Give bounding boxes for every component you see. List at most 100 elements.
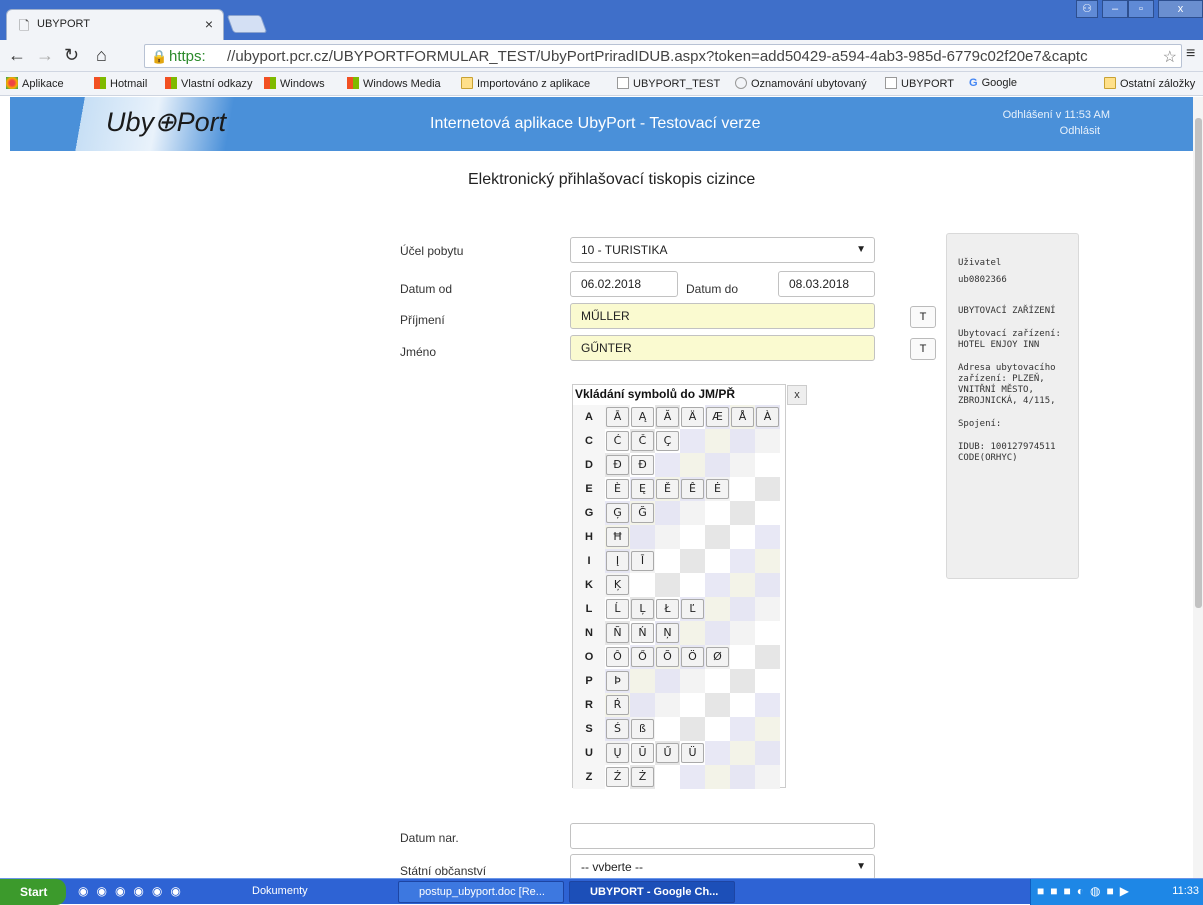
symbol-button[interactable]: Ņ — [656, 623, 679, 643]
tray-icons[interactable]: ■■■◐◍■▶ — [1037, 884, 1135, 898]
symbol-button[interactable]: È — [606, 479, 629, 499]
taskbar-item-chrome[interactable]: UBYPORT - Google Ch... — [569, 881, 735, 903]
menu-icon[interactable]: ≡ — [1186, 45, 1195, 63]
folder-icon — [1104, 77, 1116, 89]
tab-close-icon[interactable]: × — [205, 16, 213, 32]
surname-transliterate-button[interactable]: T — [910, 306, 936, 328]
taskbar-item-documents[interactable]: Dokumenty — [232, 881, 387, 903]
forward-arrow-icon[interactable]: → — [36, 45, 54, 66]
symbol-cell — [730, 549, 755, 573]
user-icon[interactable]: ⚇ — [1076, 0, 1098, 18]
symbol-button[interactable]: Ă — [656, 407, 679, 427]
first-name-transliterate-button[interactable]: T — [910, 338, 936, 360]
symbol-button[interactable]: Ø — [706, 647, 729, 667]
bookmark-google[interactable]: G Google — [969, 77, 1017, 89]
symbol-button[interactable]: Ą — [631, 407, 654, 427]
symbol-row-letter: I — [573, 549, 605, 573]
address-bar[interactable]: 🔒 https: //ubyport.pcr.cz/UBYPORTFORMULA… — [144, 44, 1182, 68]
symbol-button[interactable]: Ğ — [631, 503, 654, 523]
symbol-row: ZŹŻ — [573, 765, 787, 789]
symbol-button[interactable]: Ä — [681, 407, 704, 427]
symbol-button[interactable]: Å — [731, 407, 754, 427]
date-from-input[interactable]: 06.02.2018 — [570, 271, 678, 297]
bookmark-ubyport-test[interactable]: UBYPORT_TEST — [617, 77, 720, 90]
bookmark-other[interactable]: Ostatní záložky — [1104, 77, 1195, 90]
symbol-button[interactable]: Ö — [681, 647, 704, 667]
symbol-cell — [755, 429, 780, 453]
start-button[interactable]: Start — [0, 879, 66, 905]
purpose-select[interactable]: 10 - TURISTIKA ▼ — [570, 237, 875, 263]
symbol-button[interactable]: Ç — [656, 431, 679, 451]
symbol-button[interactable]: Ģ — [606, 503, 629, 523]
back-arrow-icon[interactable]: ← — [8, 45, 26, 66]
symbol-button[interactable]: À — [756, 407, 779, 427]
citizenship-select[interactable]: -- vvberte -- ▼ — [570, 854, 875, 880]
symbol-button[interactable]: Ż — [631, 767, 654, 787]
symbol-button[interactable]: Ų — [606, 743, 629, 763]
scrollbar-thumb[interactable] — [1195, 118, 1202, 608]
symbol-button[interactable]: Č — [631, 431, 654, 451]
reload-icon[interactable]: ↻ — [64, 45, 79, 66]
new-tab-button[interactable] — [226, 15, 268, 33]
symbol-button[interactable]: Ę — [631, 479, 654, 499]
symbol-button[interactable]: Ķ — [606, 575, 629, 595]
symbol-button[interactable]: Ð — [631, 455, 654, 475]
symbol-button[interactable]: Ł — [656, 599, 679, 619]
symbol-button[interactable]: Ŕ — [606, 695, 629, 715]
bookmark-windows[interactable]: Windows — [264, 77, 325, 90]
birth-date-input[interactable] — [570, 823, 875, 849]
taskbar-item-word-doc[interactable]: postup_ubyport.doc [Re... — [398, 881, 564, 903]
bookmark-ubyport[interactable]: UBYPORT — [885, 77, 954, 90]
symbol-button[interactable]: Þ — [606, 671, 629, 691]
symbol-button[interactable]: Ļ — [631, 599, 654, 619]
symbol-button[interactable]: Ě — [656, 479, 679, 499]
surname-input[interactable]: MŰLLER — [570, 303, 875, 329]
minimize-button[interactable]: – — [1102, 0, 1128, 18]
symbol-button[interactable]: Õ — [656, 647, 679, 667]
symbol-button[interactable]: Ñ — [606, 623, 629, 643]
logout-link[interactable]: Odhlásit — [970, 125, 1100, 137]
symbol-row: NÑŃŅ — [573, 621, 787, 645]
bookmark-custom-links[interactable]: Vlastní odkazy — [165, 77, 253, 90]
apps-icon — [6, 77, 18, 89]
symbol-button[interactable]: Ī — [631, 551, 654, 571]
symbol-cell — [705, 717, 730, 741]
symbol-button[interactable]: ß — [631, 719, 654, 739]
symbol-picker-close-button[interactable]: x — [787, 385, 807, 405]
symbol-button[interactable]: Ė — [706, 479, 729, 499]
symbol-button[interactable]: Ź — [606, 767, 629, 787]
symbol-cell — [755, 693, 780, 717]
close-button[interactable]: x — [1158, 0, 1203, 18]
bookmark-imported[interactable]: Importováno z aplikace — [461, 77, 590, 90]
symbol-cell — [755, 549, 780, 573]
symbol-button[interactable]: Ħ — [606, 527, 629, 547]
home-icon[interactable]: ⌂ — [96, 45, 107, 66]
symbol-button[interactable]: Ô — [606, 647, 629, 667]
symbol-button[interactable]: Ć — [606, 431, 629, 451]
quick-launch-icons[interactable]: ◉◉◉◉◉◉ — [78, 884, 189, 898]
date-to-input[interactable]: 08.03.2018 — [778, 271, 875, 297]
symbol-button[interactable]: Ā — [606, 407, 629, 427]
symbol-button[interactable]: Ĺ — [606, 599, 629, 619]
maximize-button[interactable]: ▫ — [1128, 0, 1154, 18]
symbol-button[interactable]: Ê — [681, 479, 704, 499]
symbol-button[interactable]: Æ — [706, 407, 729, 427]
symbol-button[interactable]: Ś — [606, 719, 629, 739]
symbol-button[interactable]: Ľ — [681, 599, 704, 619]
bookmark-windows-media[interactable]: Windows Media — [347, 77, 441, 90]
first-name-input[interactable]: GŰNTER — [570, 335, 875, 361]
bookmark-star-icon[interactable]: ☆ — [1163, 47, 1177, 67]
bookmark-oznamovani[interactable]: Oznamování ubytovaný — [735, 77, 867, 90]
symbol-button[interactable]: Ő — [631, 647, 654, 667]
symbol-button[interactable]: Ū — [631, 743, 654, 763]
symbol-button[interactable]: Ű — [656, 743, 679, 763]
bookmark-hotmail[interactable]: Hotmail — [94, 77, 147, 90]
symbol-button[interactable]: Đ — [606, 455, 629, 475]
browser-tab[interactable]: 🗋 UBYPORT × — [6, 9, 224, 40]
symbol-button[interactable]: Į — [606, 551, 629, 571]
symbol-button[interactable]: Ń — [631, 623, 654, 643]
symbol-cell — [755, 765, 780, 789]
symbol-button[interactable]: Ü — [681, 743, 704, 763]
browser-toolbar: ← → ↻ ⌂ 🔒 https: //ubyport.pcr.cz/UBYPOR… — [0, 40, 1203, 72]
bookmark-apps[interactable]: Aplikace — [6, 77, 64, 90]
